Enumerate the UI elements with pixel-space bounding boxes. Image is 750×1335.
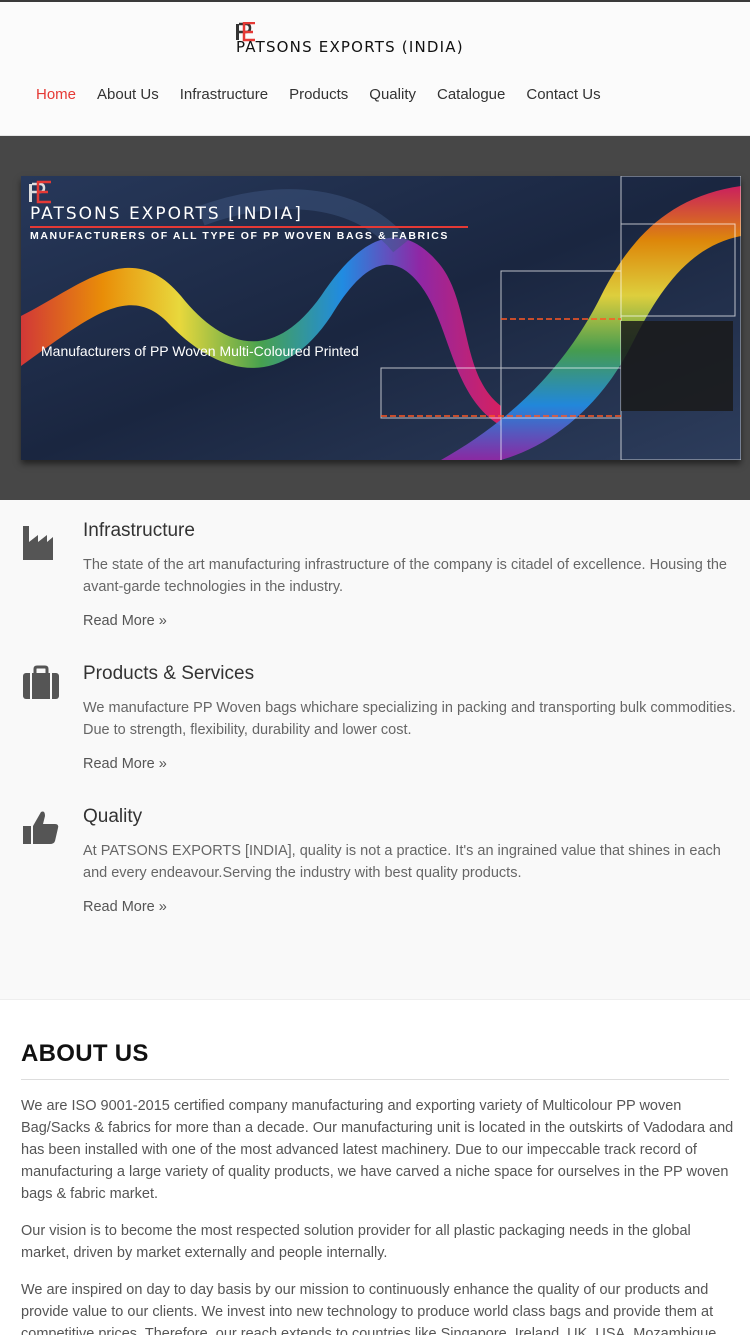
feature-title: Products & Services [83,663,255,684]
nav-quality[interactable]: Quality [369,86,416,103]
hero-slider[interactable]: PATSONS EXPORTS [INDIA] MANUFACTURERS OF… [21,176,741,460]
main-nav: Home About Us Infrastructure Products Qu… [36,86,622,103]
hero-section: PATSONS EXPORTS [INDIA] MANUFACTURERS OF… [0,136,750,500]
about-section: ABOUT US We are ISO 9001-2015 certified … [0,999,750,1335]
features-section: Infrastructure The state of the art manu… [0,500,750,1000]
about-divider [21,1079,729,1080]
slide-logo-mark-icon [29,180,51,204]
read-more-link[interactable]: Read More » [83,613,167,629]
site-header: PATSONS EXPORTS (INDIA) Home About Us In… [0,2,750,136]
brand-name: PATSONS EXPORTS (INDIA) [236,38,464,56]
feature-text: We manufacture PP Woven bags whichare sp… [83,700,736,738]
site-logo[interactable]: PATSONS EXPORTS (INDIA) [236,22,526,62]
about-heading: ABOUT US [21,1040,149,1067]
about-paragraph: We are ISO 9001-2015 certified company m… [21,1098,734,1202]
feature-text: At PATSONS EXPORTS [INDIA], quality is n… [83,843,721,881]
nav-products[interactable]: Products [289,86,348,103]
read-more-link[interactable]: Read More » [83,756,167,772]
nav-infrastructure[interactable]: Infrastructure [180,86,268,103]
slide-tagline: MANUFACTURERS OF ALL TYPE OF PP WOVEN BA… [30,230,450,242]
feature-title: Infrastructure [83,520,195,541]
about-paragraph: Our vision is to become the most respect… [21,1223,691,1261]
slide-divider [30,226,468,228]
read-more-link[interactable]: Read More » [83,899,167,915]
nav-about-us[interactable]: About Us [97,86,159,103]
thumbs-up-icon [23,811,59,844]
slide-caption: Manufacturers of PP Woven Multi-Coloured… [41,343,359,359]
feature-title: Quality [83,806,143,827]
feature-text: The state of the art manufacturing infra… [83,557,727,595]
nav-contact-us[interactable]: Contact Us [526,86,600,103]
nav-catalogue[interactable]: Catalogue [437,86,505,103]
about-paragraph: We are inspired on day to day basis by o… [21,1282,717,1335]
factory-icon [23,526,53,560]
briefcase-icon [23,665,59,699]
nav-home[interactable]: Home [36,86,76,103]
slide-brand: PATSONS EXPORTS [INDIA] [30,204,303,224]
